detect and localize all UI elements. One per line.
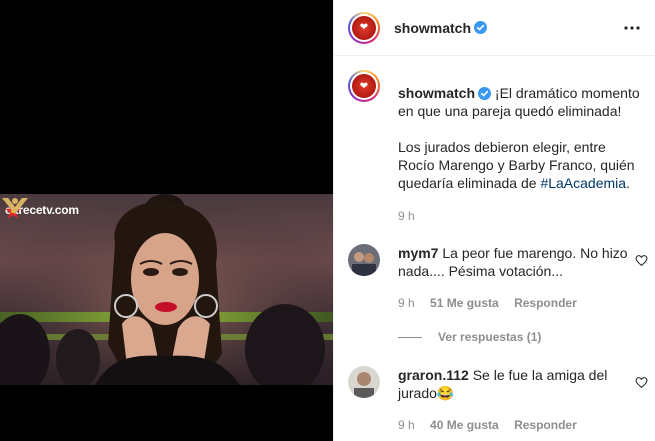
video-frame[interactable]: eltrecetv.com bbox=[0, 194, 333, 385]
comment-item: mym7 La peor fue marengo. No hizo nada..… bbox=[348, 244, 648, 280]
caption-handle[interactable]: showmatch bbox=[398, 85, 475, 101]
comment-meta: 9 h 40 Me gusta Responder bbox=[398, 418, 589, 432]
view-replies-button[interactable]: Ver respuestas (1) bbox=[398, 330, 541, 344]
video-still bbox=[0, 194, 333, 385]
comment-item: graron.112 Se le fue la amiga del jurado… bbox=[348, 366, 648, 402]
commenter-avatar[interactable] bbox=[348, 244, 380, 276]
more-options-icon[interactable] bbox=[622, 18, 642, 38]
post-sidebar: ❤ showmatch ❤ showmatch ¡El dramático mo bbox=[333, 0, 655, 441]
author-handle[interactable]: showmatch bbox=[394, 20, 471, 36]
caption-author-avatar[interactable]: ❤ bbox=[348, 70, 380, 102]
showmatch-logo-icon: ❤ bbox=[352, 74, 376, 98]
caption-text: showmatch ¡El dramático momento en que u… bbox=[398, 84, 643, 210]
heart-icon[interactable] bbox=[635, 254, 648, 267]
commenter-handle[interactable]: mym7 bbox=[398, 245, 438, 261]
commenter-handle[interactable]: graron.112 bbox=[398, 367, 469, 383]
comment-time[interactable]: 9 h bbox=[398, 418, 415, 432]
laughing-emoji: 😂 bbox=[436, 385, 455, 401]
caption-meta: 9 h bbox=[398, 209, 427, 223]
view-replies-label[interactable]: Ver respuestas (1) bbox=[438, 330, 541, 344]
verified-badge-icon bbox=[478, 87, 492, 100]
avatar-photo bbox=[348, 366, 380, 398]
comment-body: graron.112 Se le fue la amiga del jurado… bbox=[398, 366, 630, 402]
commenter-avatar[interactable] bbox=[348, 366, 380, 398]
heart-icon[interactable] bbox=[635, 376, 648, 389]
caption-time[interactable]: 9 h bbox=[398, 209, 415, 223]
post-media[interactable]: eltrecetv.com bbox=[0, 0, 333, 441]
author-avatar[interactable]: ❤ bbox=[348, 11, 380, 44]
comment-time[interactable]: 9 h bbox=[398, 296, 415, 310]
post-caption: ❤ showmatch ¡El dramático momento en que… bbox=[348, 70, 648, 210]
showmatch-logo-icon: ❤ bbox=[352, 15, 376, 40]
comment-likes[interactable]: 40 Me gusta bbox=[430, 418, 499, 432]
caption-line-2-end: . bbox=[626, 175, 630, 191]
reply-button[interactable]: Responder bbox=[514, 296, 577, 310]
post-header: ❤ showmatch bbox=[334, 0, 655, 56]
comment-body: mym7 La peor fue marengo. No hizo nada..… bbox=[398, 244, 630, 280]
reply-button[interactable]: Responder bbox=[514, 418, 577, 432]
replies-divider bbox=[398, 336, 422, 338]
hashtag-link[interactable]: #LaAcademia bbox=[540, 175, 626, 191]
show-logo-icon bbox=[2, 198, 28, 214]
verified-badge-icon bbox=[474, 21, 488, 34]
avatar-photo bbox=[348, 244, 380, 276]
instagram-post-view: eltrecetv.com ❤ showmatch ❤ showmatch ¡E… bbox=[0, 0, 655, 441]
comment-meta: 9 h 51 Me gusta Responder bbox=[398, 296, 589, 310]
comment-likes[interactable]: 51 Me gusta bbox=[430, 296, 499, 310]
